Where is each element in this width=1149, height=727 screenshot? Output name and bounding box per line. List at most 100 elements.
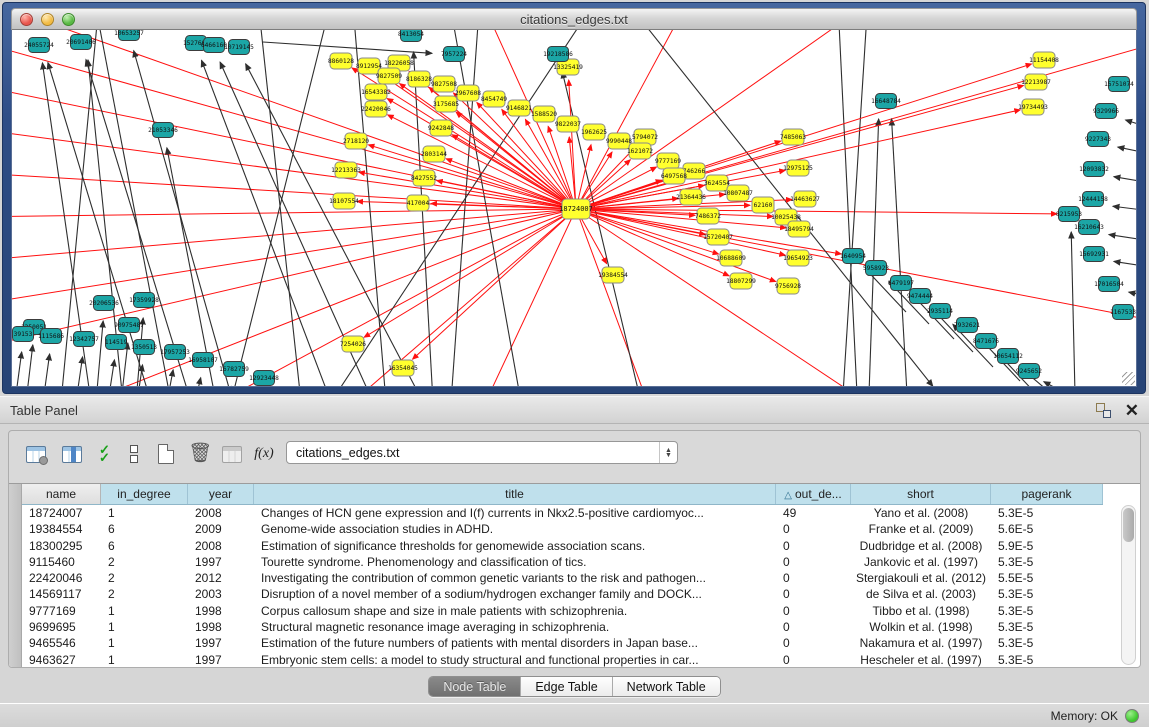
- graph-node-label: 2718120: [343, 138, 369, 145]
- tab-network-table[interactable]: Network Table: [612, 677, 720, 696]
- graph-node-label: 2967608: [455, 90, 481, 97]
- vertical-scrollbar[interactable]: [1121, 505, 1136, 665]
- table-cell: Wolkin et al. (1998): [851, 619, 991, 635]
- memory-status-icon[interactable]: [1125, 709, 1139, 723]
- table-cell: Corpus callosum shape and size in male p…: [254, 603, 776, 619]
- graph-node-label: 10688609: [716, 255, 746, 262]
- graph-node-label: 16648784: [871, 98, 901, 105]
- table-row[interactable]: 1872400712008Changes of HCN gene express…: [22, 505, 1103, 521]
- table-browser: ✓✓ 🗑 f(x) citations_edges.txt ▲▼ namein_…: [8, 430, 1141, 668]
- table-cell: 2: [101, 554, 188, 570]
- graph-node-label: 6479197: [888, 280, 914, 287]
- graph-edge: [96, 321, 103, 387]
- graph-node-label: 12444158: [1078, 196, 1108, 203]
- float-panel-icon[interactable]: [1096, 403, 1111, 418]
- window-titlebar[interactable]: citations_edges.txt: [11, 8, 1137, 30]
- graph-edge: [76, 357, 83, 387]
- graph-node-label: 10025438: [771, 214, 801, 221]
- graph-node-label: 1640954: [840, 253, 866, 260]
- table-row[interactable]: 946554611997Estimation of the future num…: [22, 635, 1103, 651]
- table-cell: 0: [776, 619, 851, 635]
- tab-node-table[interactable]: Node Table: [429, 677, 520, 696]
- table-cell: 0: [776, 635, 851, 651]
- column-header-out-de-[interactable]: △out_de...: [776, 484, 851, 504]
- graph-node-label: 9827508: [431, 81, 457, 88]
- graph-node-label: 18226058: [384, 60, 414, 67]
- column-header-pagerank[interactable]: pagerank: [991, 484, 1103, 504]
- table-cell: 9465546: [22, 635, 101, 651]
- table-row[interactable]: 946362711997Embryonic stem cells: a mode…: [22, 652, 1103, 668]
- graph-node-label: 10653257: [114, 30, 144, 37]
- function-builder-icon[interactable]: f(x): [251, 441, 277, 467]
- tab-edge-table[interactable]: Edge Table: [520, 677, 611, 696]
- table-cell: 5.3E-5: [991, 586, 1103, 602]
- graph-edge: [869, 119, 879, 387]
- unselect-all-icon[interactable]: [121, 441, 147, 467]
- table-cell: 0: [776, 538, 851, 554]
- delete-table-icon[interactable]: [219, 441, 245, 467]
- table-row[interactable]: 1938455462009Genome-wide association stu…: [22, 521, 1103, 537]
- graph-node-label: 5958923: [863, 265, 889, 272]
- close-panel-icon[interactable]: ✕: [1125, 403, 1139, 418]
- new-column-icon[interactable]: [153, 441, 179, 467]
- network-canvas[interactable]: 8860128891295418226058982750981863289827…: [11, 30, 1137, 387]
- graph-node-label: 10719145: [224, 44, 254, 51]
- graph-edge: [481, 209, 576, 387]
- graph-node-label: 9227343: [1085, 136, 1111, 143]
- graph-node-label: 9245652: [1016, 368, 1042, 375]
- graph-node-label: 10654112: [993, 353, 1023, 360]
- table-header-row: namein_degreeyeartitle△out_de...shortpag…: [22, 484, 1103, 505]
- graph-node-label: 9329966: [1093, 108, 1119, 115]
- graph-node-label: 17016504: [1094, 281, 1124, 288]
- table-cell: 18724007: [22, 505, 101, 521]
- table-cell: 1: [101, 603, 188, 619]
- graph-edge: [1114, 177, 1137, 183]
- graph-edge: [1113, 206, 1137, 211]
- table-cell: 2: [101, 570, 188, 586]
- graph-edge: [1118, 147, 1137, 154]
- table-cell: 5.3E-5: [991, 603, 1103, 619]
- table-cell: 49: [776, 505, 851, 521]
- column-header-short[interactable]: short: [851, 484, 991, 504]
- table-panel-header: Table Panel ✕: [0, 396, 1149, 424]
- scrollbar-thumb[interactable]: [1123, 508, 1134, 542]
- graph-node-label: 114519: [105, 339, 128, 346]
- network-view-window: citations_edges.txt 88601288912954182260…: [2, 2, 1146, 394]
- table-row[interactable]: 911546021997Tourette syndrome. Phenomeno…: [22, 554, 1103, 570]
- table-row[interactable]: 969969511998Structural magnetic resonanc…: [22, 619, 1103, 635]
- graph-edge: [1071, 232, 1075, 387]
- graph-node-label: 1588520: [531, 111, 557, 118]
- graph-node-label: 7932621: [954, 322, 980, 329]
- column-header-year[interactable]: year: [188, 484, 254, 504]
- row-header-gutter: [9, 484, 22, 667]
- network-svg: 8860128891295418226058982750981863289827…: [12, 30, 1137, 387]
- table-row[interactable]: 1456911722003Disruption of a novel membe…: [22, 586, 1103, 602]
- table-mode-icon[interactable]: [23, 441, 49, 467]
- column-header-title[interactable]: title: [254, 484, 776, 504]
- table-cell: 5.3E-5: [991, 652, 1103, 668]
- graph-edge: [1109, 235, 1137, 241]
- table-row[interactable]: 977716911998Corpus callosum shape and si…: [22, 603, 1103, 619]
- table-cell: Tibbo et al. (1998): [851, 603, 991, 619]
- delete-column-icon[interactable]: 🗑: [187, 441, 213, 467]
- graph-node-label: 8454749: [481, 96, 507, 103]
- graph-edge: [26, 345, 33, 387]
- graph-node-label: 8215953: [1056, 211, 1082, 218]
- sort-ascending-icon: △: [784, 490, 792, 501]
- table-cell: 9115460: [22, 554, 101, 570]
- column-header-name[interactable]: name: [22, 484, 101, 504]
- column-header-in-degree[interactable]: in_degree: [101, 484, 188, 504]
- graph-node-label: 13325419: [553, 64, 583, 71]
- show-columns-icon[interactable]: [59, 441, 85, 467]
- graph-node-label: 24055724: [24, 42, 54, 49]
- resize-grip-icon[interactable]: [1122, 372, 1135, 385]
- table-cell: 6: [101, 538, 188, 554]
- table-row[interactable]: 1830029562008Estimation of significance …: [22, 538, 1103, 554]
- table-selector-dropdown[interactable]: citations_edges.txt ▲▼: [286, 441, 678, 464]
- graph-node-label: 10807487: [723, 190, 753, 197]
- table-cell: 1997: [188, 652, 254, 668]
- table-cell: Yano et al. (2008): [851, 505, 991, 521]
- select-all-icon[interactable]: ✓✓: [91, 441, 117, 467]
- graph-node-label: 62160: [754, 202, 773, 209]
- table-row[interactable]: 2242004622012Investigating the contribut…: [22, 570, 1103, 586]
